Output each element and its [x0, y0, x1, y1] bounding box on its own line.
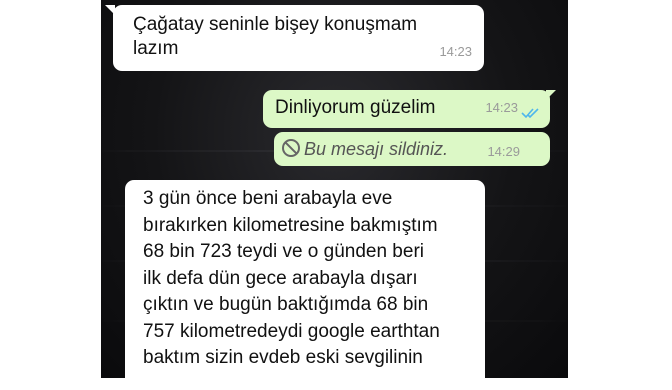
deleted-message-text: Bu mesajı sildiniz. — [304, 139, 449, 159]
incoming-message[interactable]: 3 gün önce beni arabayla eve bırakırken … — [125, 180, 485, 390]
message-text-line: çıktın ve bugün baktığımda 68 bin — [143, 294, 429, 315]
message-text-line: lazım — [133, 38, 179, 59]
deleted-message-label: Bu mesajı sildiniz. — [282, 139, 448, 159]
double-check-icon — [521, 108, 539, 119]
message-text-line: 3 gün önce beni arabayla eve — [143, 188, 393, 209]
message-text-line: baktım sizin evdeb eski sevgilinin — [143, 347, 423, 368]
outgoing-message[interactable]: Dinliyorum güzelim 14:23 — [263, 90, 550, 128]
bubble-tail — [546, 90, 556, 100]
bubble-tail — [105, 5, 115, 15]
message-time: 14:29 — [487, 144, 520, 159]
message-text-line: ilk defa dün gece arabayla dışarı — [143, 267, 418, 289]
message-text-line: 757 kilometredeydi google earthtan — [143, 320, 440, 342]
message-text-line: bırakırken kilometresine bakmıştım — [143, 214, 438, 236]
message-text-line: Çağatay seninle bişey konuşmam — [133, 14, 418, 35]
incoming-message[interactable]: Çağatay seninle bişey konuşmam lazım 14:… — [113, 5, 484, 71]
message-time: 14:23 — [439, 44, 472, 59]
message-time: 14:23 — [485, 100, 518, 115]
message-text-line: 68 bin 723 teydi ve o günden beri — [143, 241, 424, 262]
prohibited-icon — [282, 139, 300, 157]
deleted-message[interactable]: Bu mesajı sildiniz. 14:29 — [274, 132, 550, 166]
